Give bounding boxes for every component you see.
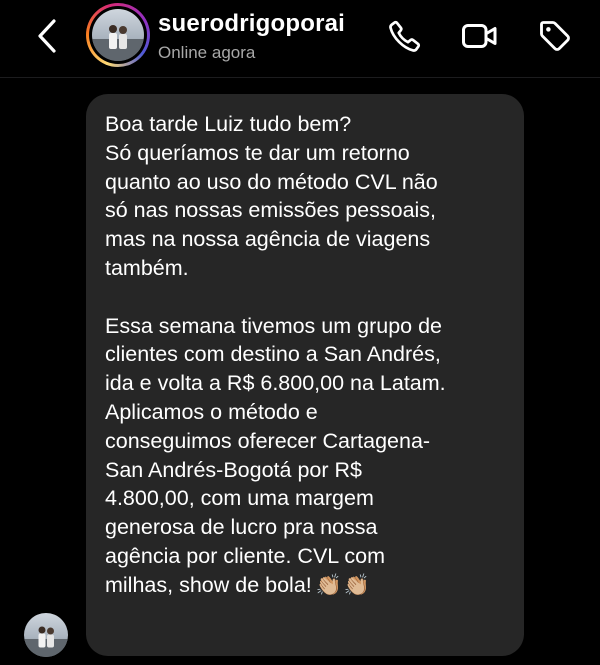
message-line: também. bbox=[105, 255, 189, 280]
message-line: milhas, show de bola! bbox=[105, 572, 312, 597]
back-button[interactable] bbox=[30, 16, 64, 56]
chat-header: suerodrigoporai Online agora bbox=[0, 0, 600, 78]
profile-avatar[interactable] bbox=[86, 3, 150, 67]
message-line: ida e volta a R$ 6.800,00 na Latam. bbox=[105, 371, 446, 396]
chat-username[interactable]: suerodrigoporai bbox=[158, 10, 345, 38]
message-line: Essa semana tivemos um grupo de bbox=[105, 313, 442, 338]
video-call-button[interactable] bbox=[460, 16, 500, 56]
message-line: San Andrés-Bogotá por R$ bbox=[105, 457, 362, 482]
chat-screen: suerodrigoporai Online agora Boa tarde L… bbox=[0, 0, 600, 665]
message-line: Aplicamos o método e bbox=[105, 399, 318, 424]
paragraph-break bbox=[105, 283, 508, 312]
message-line: só nas nossas emissões pessoais, bbox=[105, 198, 437, 223]
message-line: quanto ao uso do método CVL não bbox=[105, 169, 438, 194]
message-line: mas na nossa agência de viagens bbox=[105, 227, 431, 252]
message-line: conseguimos oferecer Cartagena- bbox=[105, 428, 431, 453]
phone-icon bbox=[389, 20, 421, 52]
message-line: 4.800,00, com uma margem bbox=[105, 486, 374, 511]
profile-photo bbox=[92, 9, 144, 61]
message-line-last: milhas, show de bola! 👏🏼👏🏼 bbox=[105, 571, 508, 601]
message-line: clientes com destino a San Andrés, bbox=[105, 342, 441, 367]
chevron-left-icon bbox=[38, 19, 56, 53]
online-status: Online agora bbox=[158, 43, 256, 62]
clapping-hands-emoji: 👏🏼👏🏼 bbox=[315, 573, 373, 597]
sender-avatar[interactable] bbox=[24, 613, 68, 657]
tag-button[interactable] bbox=[535, 16, 575, 56]
message-line: generosa de lucro pra nossa bbox=[105, 515, 378, 540]
message-line: Boa tarde Luiz tudo bem? bbox=[105, 112, 352, 136]
message-bubble[interactable]: Boa tarde Luiz tudo bem? Só queríamos te… bbox=[86, 94, 524, 656]
tag-icon bbox=[540, 21, 570, 51]
video-camera-icon bbox=[462, 24, 497, 48]
message-line: Só queríamos te dar um retorno bbox=[105, 140, 410, 165]
voice-call-button[interactable] bbox=[385, 16, 425, 56]
message-line: agência por cliente. CVL com bbox=[105, 543, 386, 568]
